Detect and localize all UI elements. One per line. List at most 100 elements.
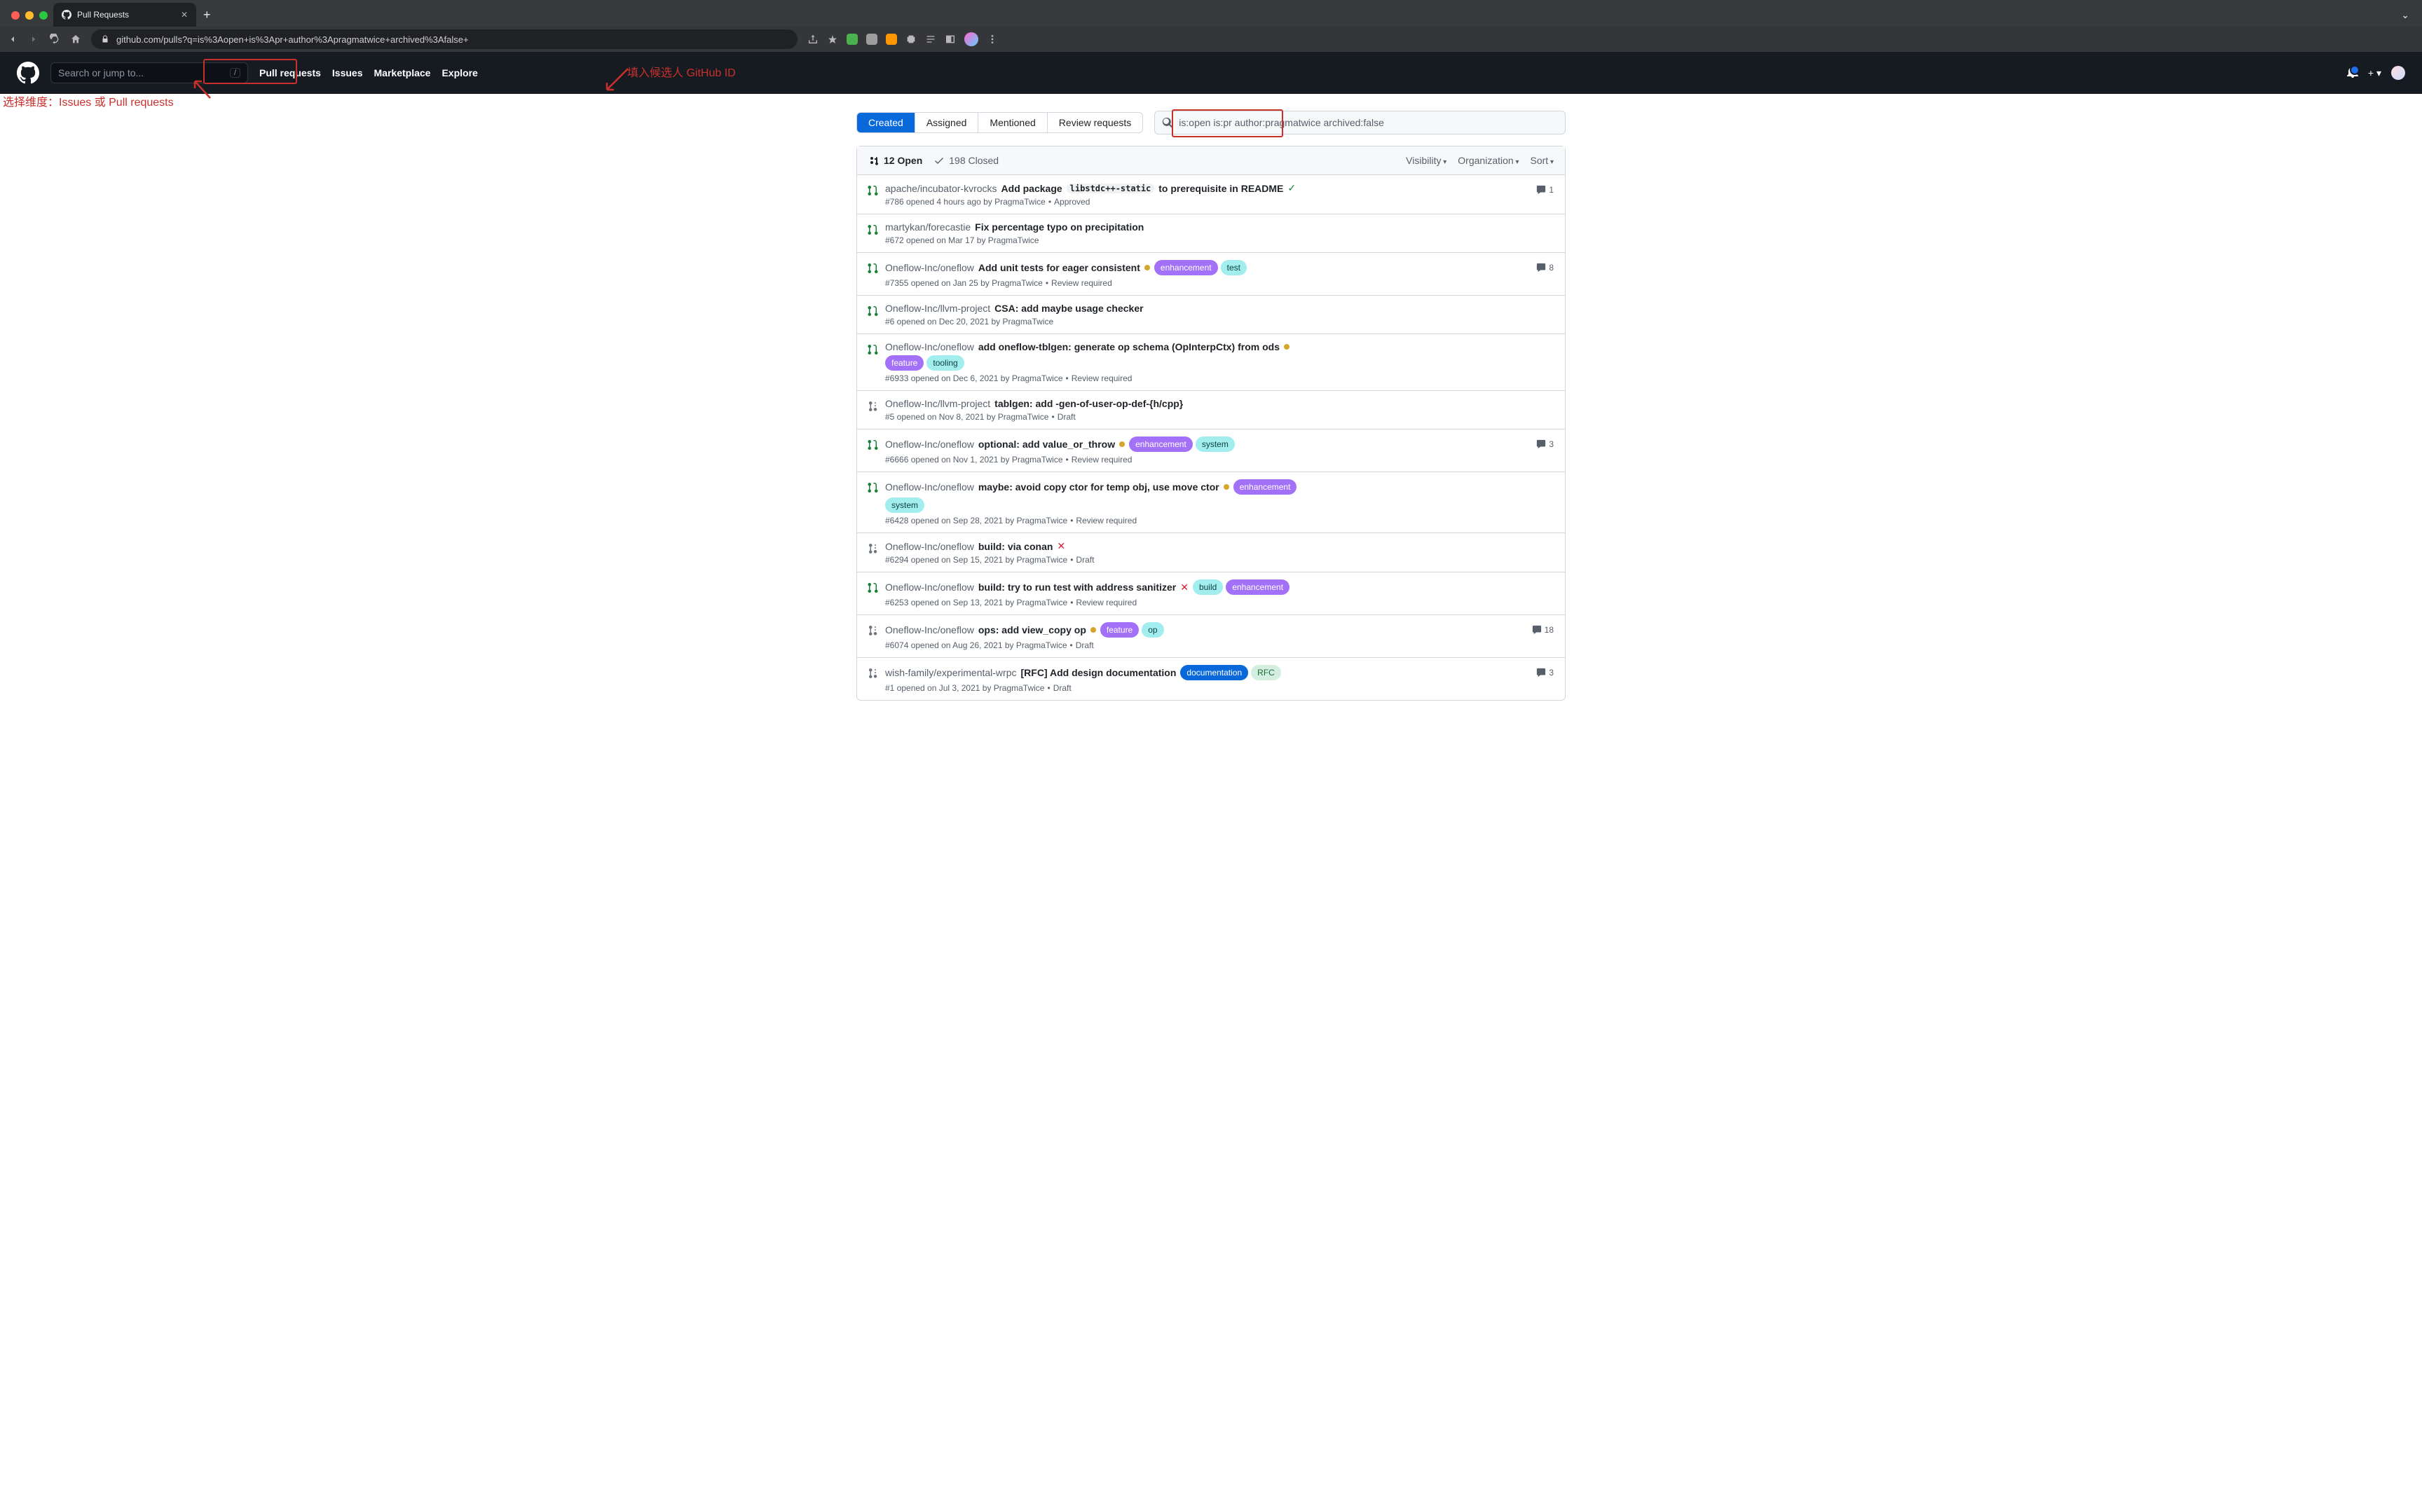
pr-label[interactable]: op: [1142, 622, 1163, 638]
visibility-dropdown[interactable]: Visibility: [1406, 155, 1446, 166]
pr-label[interactable]: enhancement: [1129, 437, 1193, 452]
pr-row[interactable]: Oneflow-Inc/oneflow optional: add value_o…: [857, 429, 1565, 472]
maximize-window-button[interactable]: [39, 11, 48, 20]
open-count-link[interactable]: 12 Open: [868, 155, 922, 166]
pr-repo[interactable]: Oneflow-Inc/oneflow: [885, 624, 974, 635]
pr-repo[interactable]: Oneflow-Inc/llvm-project: [885, 398, 990, 409]
pr-title[interactable]: Fix percentage typo on precipitation: [975, 221, 1144, 233]
pr-comments-link[interactable]: 3: [1526, 665, 1554, 678]
address-bar[interactable]: github.com/pulls?q=is%3Aopen+is%3Apr+aut…: [91, 29, 798, 49]
tab-review-requests[interactable]: Review requests: [1048, 113, 1143, 132]
browser-tab[interactable]: Pull Requests ✕: [53, 3, 196, 27]
github-search-input[interactable]: Search or jump to... /: [50, 62, 248, 83]
reading-list-button[interactable]: [925, 34, 936, 45]
tab-created[interactable]: Created: [857, 113, 915, 132]
pr-repo[interactable]: martykan/forecastie: [885, 221, 971, 233]
nav-explore[interactable]: Explore: [442, 67, 477, 78]
pr-row[interactable]: Oneflow-Inc/oneflow ops: add view_copy op…: [857, 615, 1565, 658]
pr-row[interactable]: Oneflow-Inc/oneflow Add unit tests for ea…: [857, 253, 1565, 296]
home-button[interactable]: [70, 34, 81, 45]
tab-overflow-button[interactable]: ⌄: [2394, 4, 2416, 27]
pr-list-box: 12 Open 198 Closed Visibility Organizati…: [856, 146, 1566, 701]
closed-count-link[interactable]: 198 Closed: [933, 155, 999, 166]
pr-label[interactable]: tooling: [926, 355, 964, 371]
pr-comments-link[interactable]: 3: [1526, 437, 1554, 449]
close-window-button[interactable]: [11, 11, 20, 20]
new-tab-button[interactable]: +: [196, 3, 218, 27]
pr-row[interactable]: Oneflow-Inc/oneflow build: try to run tes…: [857, 572, 1565, 615]
extensions-button[interactable]: [905, 34, 917, 45]
pr-label[interactable]: RFC: [1251, 665, 1281, 680]
pr-repo[interactable]: Oneflow-Inc/oneflow: [885, 439, 974, 450]
tab-mentioned[interactable]: Mentioned: [978, 113, 1047, 132]
filter-query-input[interactable]: is:open is:pr author:pragmatwice archive…: [1154, 111, 1566, 135]
close-tab-button[interactable]: ✕: [181, 10, 188, 20]
pr-row[interactable]: Oneflow-Inc/llvm-project CSA: add maybe u…: [857, 296, 1565, 334]
organization-dropdown[interactable]: Organization: [1458, 155, 1519, 166]
pr-label[interactable]: feature: [1100, 622, 1139, 638]
back-button[interactable]: [7, 34, 18, 45]
pr-repo[interactable]: Oneflow-Inc/oneflow: [885, 541, 974, 552]
pr-row[interactable]: wish-family/experimental-wrpc [RFC] Add d…: [857, 658, 1565, 700]
pr-title[interactable]: to prerequisite in README: [1158, 183, 1283, 194]
pr-comments-link[interactable]: 8: [1526, 260, 1554, 273]
notifications-button[interactable]: [2347, 67, 2358, 80]
pr-repo[interactable]: apache/incubator-kvrocks: [885, 183, 997, 194]
minimize-window-button[interactable]: [25, 11, 34, 20]
pr-row[interactable]: Oneflow-Inc/oneflowbuild: via conan✕#629…: [857, 533, 1565, 572]
pr-label[interactable]: enhancement: [1233, 479, 1297, 495]
side-panel-button[interactable]: [945, 34, 956, 45]
pr-title[interactable]: Add unit tests for eager consistent: [978, 262, 1140, 273]
pr-repo[interactable]: Oneflow-Inc/oneflow: [885, 341, 974, 352]
pr-title[interactable]: add oneflow-tblgen: generate op schema (…: [978, 341, 1280, 352]
tab-assigned[interactable]: Assigned: [915, 113, 979, 132]
browser-menu-button[interactable]: [987, 34, 998, 45]
extension-icon[interactable]: [886, 34, 897, 45]
pr-row[interactable]: Oneflow-Inc/oneflow maybe: avoid copy cto…: [857, 472, 1565, 533]
pr-title[interactable]: optional: add value_or_throw: [978, 439, 1115, 450]
pr-title[interactable]: maybe: avoid copy ctor for temp obj, use…: [978, 481, 1219, 493]
profile-button[interactable]: [964, 32, 978, 46]
reload-button[interactable]: [49, 34, 60, 45]
pr-title[interactable]: tablgen: add -gen-of-user-op-def-{h/cpp}: [994, 398, 1183, 409]
extension-icon[interactable]: [866, 34, 877, 45]
nav-issues[interactable]: Issues: [332, 67, 363, 78]
pr-label[interactable]: enhancement: [1154, 260, 1218, 275]
extension-icon[interactable]: [847, 34, 858, 45]
bookmark-button[interactable]: [827, 34, 838, 45]
pr-title[interactable]: ops: add view_copy op: [978, 624, 1086, 635]
pr-label[interactable]: enhancement: [1226, 579, 1289, 595]
share-button[interactable]: [807, 34, 819, 45]
forward-button[interactable]: [28, 34, 39, 45]
pr-row[interactable]: martykan/forecastie Fix percentage typo o…: [857, 214, 1565, 253]
github-logo[interactable]: [17, 62, 39, 84]
pr-label[interactable]: documentation: [1180, 665, 1248, 680]
pr-row[interactable]: apache/incubator-kvrocksAdd package libs…: [857, 175, 1565, 214]
pr-label[interactable]: feature: [885, 355, 924, 371]
pr-title[interactable]: build: try to run test with address sani…: [978, 582, 1176, 593]
pr-repo[interactable]: wish-family/experimental-wrpc: [885, 667, 1017, 678]
sort-dropdown[interactable]: Sort: [1531, 155, 1554, 166]
pr-repo[interactable]: Oneflow-Inc/oneflow: [885, 481, 974, 493]
pr-title[interactable]: [RFC] Add design documentation: [1021, 667, 1177, 678]
pr-repo[interactable]: Oneflow-Inc/llvm-project: [885, 303, 990, 314]
pr-comments-link[interactable]: 1: [1526, 182, 1554, 195]
pr-repo[interactable]: Oneflow-Inc/oneflow: [885, 582, 974, 593]
nav-pull-requests[interactable]: Pull requests: [259, 67, 321, 78]
pr-repo[interactable]: Oneflow-Inc/oneflow: [885, 262, 974, 273]
pr-comments-link[interactable]: 18: [1526, 622, 1554, 635]
pr-label[interactable]: system: [885, 497, 924, 513]
pr-comment-count: 3: [1549, 439, 1554, 449]
pr-label[interactable]: test: [1221, 260, 1247, 275]
pr-title[interactable]: Add package: [1001, 183, 1062, 194]
user-avatar-button[interactable]: [2391, 66, 2405, 80]
pr-title[interactable]: CSA: add maybe usage checker: [994, 303, 1143, 314]
pr-meta: #6294 opened on Sep 15, 2021 by PragmaTw…: [885, 555, 1067, 565]
pr-label[interactable]: system: [1196, 437, 1235, 452]
pr-row[interactable]: Oneflow-Inc/oneflow add oneflow-tblgen: g…: [857, 334, 1565, 391]
pr-title[interactable]: build: via conan: [978, 541, 1053, 552]
nav-marketplace[interactable]: Marketplace: [374, 67, 431, 78]
pr-row[interactable]: Oneflow-Inc/llvm-project tablgen: add -ge…: [857, 391, 1565, 429]
create-new-button[interactable]: + ▾: [2368, 67, 2381, 79]
pr-label[interactable]: build: [1193, 579, 1223, 595]
